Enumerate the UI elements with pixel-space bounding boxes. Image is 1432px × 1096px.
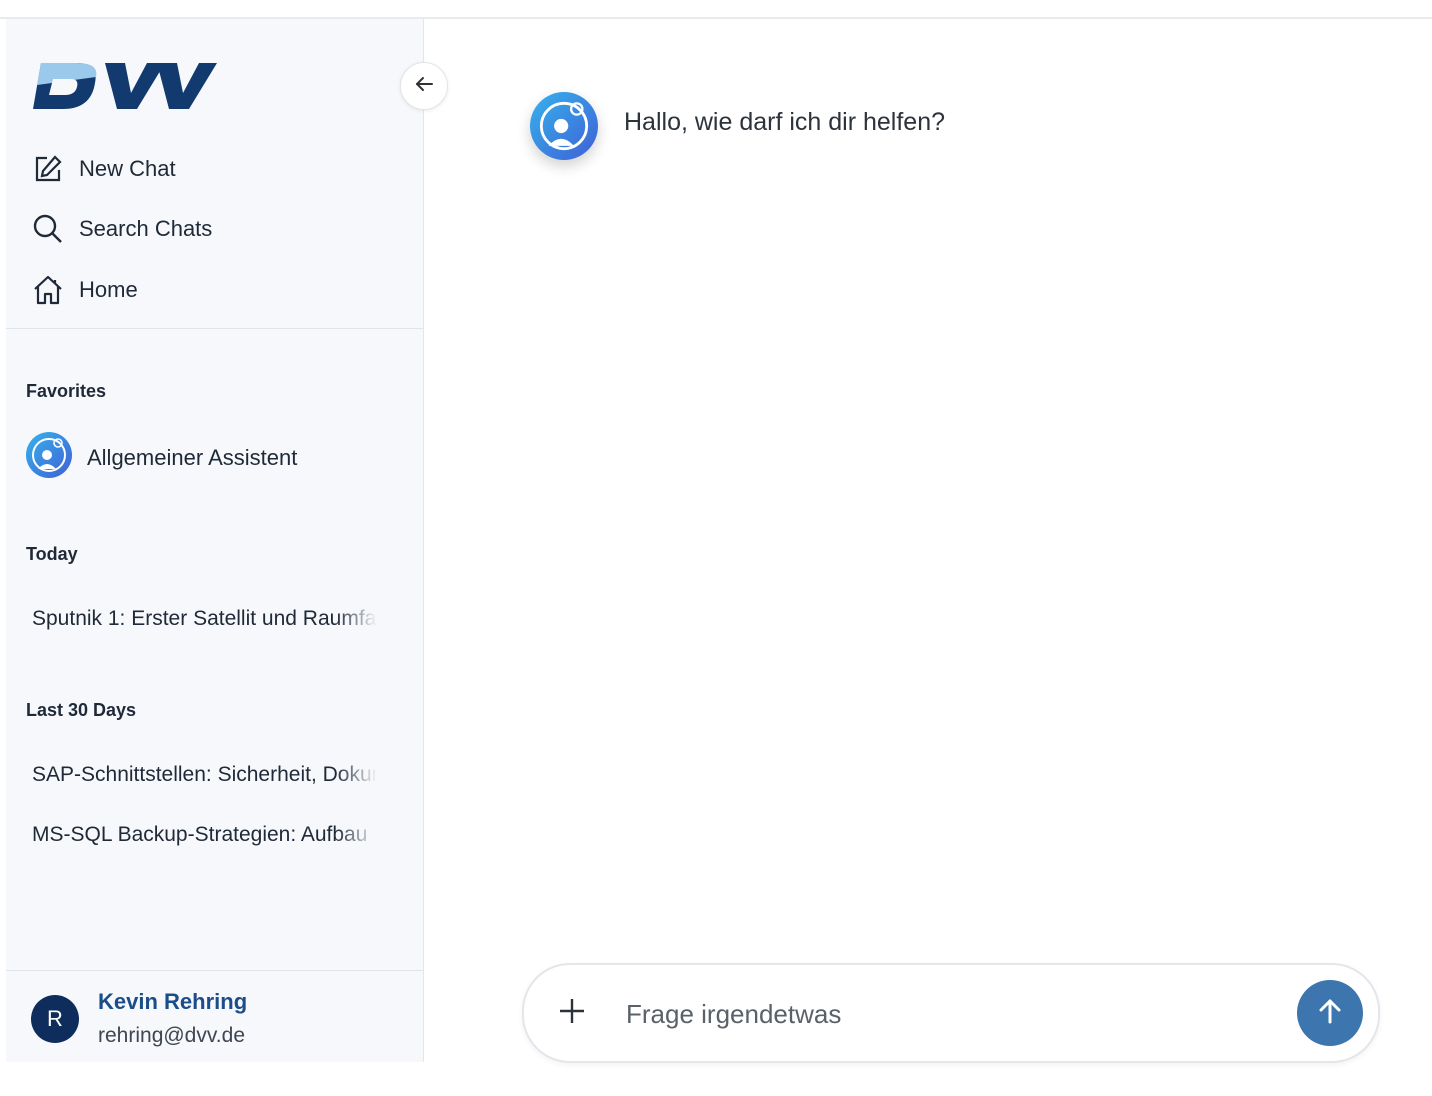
assistant-greeting: Hallo, wie darf ich dir helfen? [624,108,945,136]
message-input[interactable] [624,991,1278,1037]
chat-history-item[interactable]: MS-SQL Backup-Strategien: Aufbau [32,823,377,847]
assistant-avatar-icon [25,431,73,485]
send-button[interactable] [1297,980,1363,1046]
last-30-days-heading: Last 30 Days [26,700,137,720]
home-label: Home [79,277,138,302]
favorite-label: Allgemeiner Assistent [87,445,298,470]
new-chat-button[interactable]: New Chat [31,152,176,186]
sidebar: New Chat Search Chats Home Favorites All… [6,19,424,1062]
message-composer [522,963,1380,1063]
search-chats-button[interactable]: Search Chats [31,212,212,246]
arrow-up-icon [1315,996,1345,1031]
today-heading: Today [26,544,78,564]
favorites-heading: Favorites [26,381,107,401]
user-email: rehring@dvv.de [98,1024,245,1047]
chat-history-item[interactable]: Sputnik 1: Erster Satellit und Raumfahrt [32,607,377,631]
pencil-square-icon [31,152,65,186]
search-chats-label: Search Chats [79,216,213,241]
favorite-allgemeiner-assistent[interactable]: Allgemeiner Assistent [25,431,297,485]
arrow-left-icon [412,72,436,101]
home-icon [31,273,65,307]
search-icon [31,212,65,246]
user-name: Kevin Rehring [98,989,248,1014]
collapse-sidebar-button[interactable] [400,62,448,110]
assistant-avatar [530,92,598,160]
nav-divider [6,328,423,329]
dvv-logo [33,57,217,120]
plus-icon [557,996,587,1031]
new-chat-label: New Chat [79,156,176,181]
user-divider [6,970,423,971]
home-button[interactable]: Home [31,273,138,307]
attach-button[interactable] [554,995,590,1031]
chat-history-item[interactable]: SAP-Schnittstellen: Sicherheit, Dokument… [32,763,377,787]
user-avatar[interactable]: R [31,995,79,1043]
